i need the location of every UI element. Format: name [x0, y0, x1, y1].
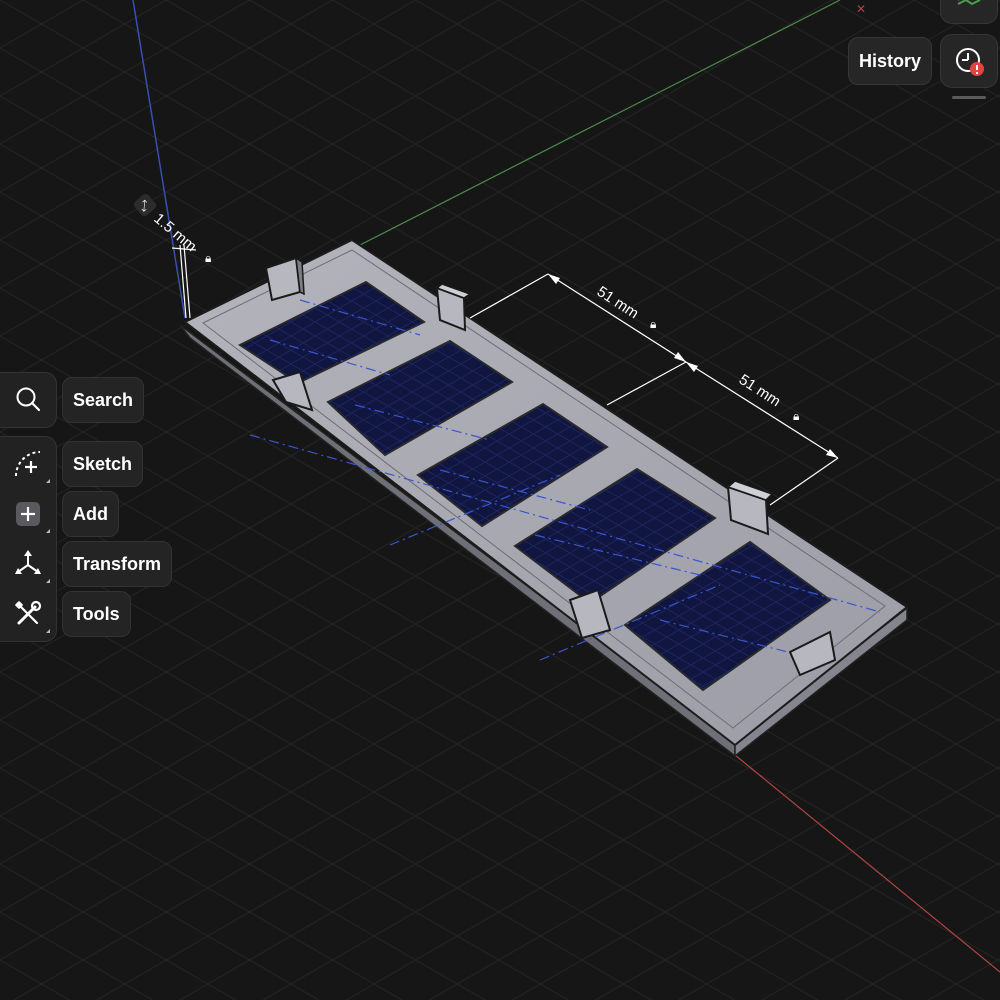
tools-label[interactable]: Tools [62, 591, 131, 637]
transform-label[interactable]: Transform [62, 541, 173, 587]
axis-marker-x: ✕ [856, 2, 866, 16]
lock-icon: 🔒︎ [793, 409, 799, 423]
search-icon [16, 387, 41, 412]
lock-icon: 🔒︎ [650, 317, 656, 331]
view-button[interactable] [940, 0, 998, 24]
transform-button[interactable] [0, 539, 56, 589]
tools-button[interactable] [0, 589, 56, 639]
add-icon [16, 502, 40, 526]
add-label[interactable]: Add [62, 491, 119, 537]
sketch-label[interactable]: Sketch [62, 441, 144, 487]
tools-icon [15, 600, 42, 625]
lock-icon: 🔒︎ [205, 251, 211, 265]
history-button[interactable] [940, 34, 998, 88]
view-icon [957, 0, 981, 6]
sketch-button[interactable] [0, 439, 56, 489]
sketch-icon [15, 451, 41, 477]
history-clock-icon [956, 48, 984, 76]
panel-handle[interactable] [952, 96, 986, 99]
history-label[interactable]: History [848, 37, 933, 85]
3d-viewport[interactable]: ✕ ⤢ 1.5 mm 🔒︎ 51 mm 🔒︎ 51 mm 🔒︎ [0, 0, 1000, 1000]
add-button[interactable] [0, 489, 56, 539]
search-button[interactable] [0, 374, 56, 424]
search-label[interactable]: Search [62, 377, 145, 423]
transform-icon [15, 550, 41, 574]
